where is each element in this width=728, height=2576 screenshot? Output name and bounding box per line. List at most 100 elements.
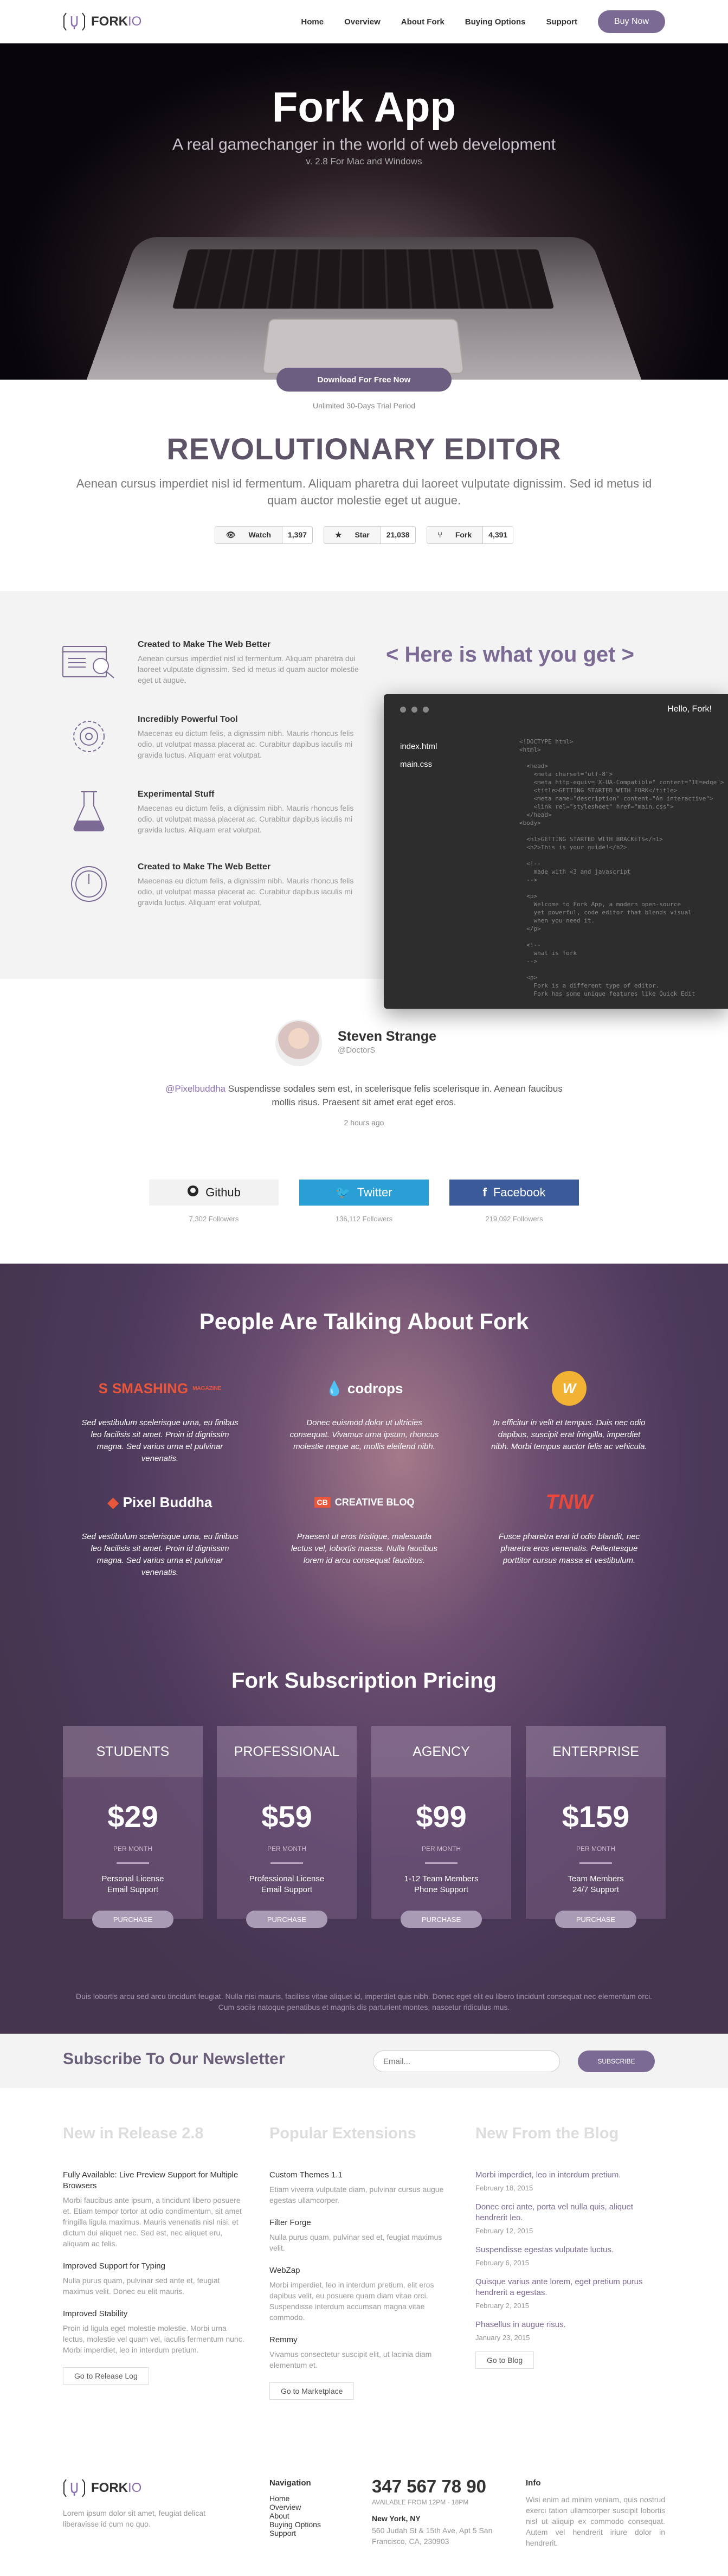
trial-text: Unlimited 30-Days Trial Period <box>312 401 416 410</box>
purchase-button[interactable]: PURCHASE <box>92 1911 173 1928</box>
footer-info-text: Wisi enim ad minim veniam, quis nostrud … <box>526 2495 665 2547</box>
purchase-button[interactable]: PURCHASE <box>401 1911 482 1928</box>
footer-phone[interactable]: 347 567 78 90 <box>372 2476 502 2497</box>
blog-item: Phasellus in augue risus. January 23, 201… <box>475 2319 665 2342</box>
blog-date: February 18, 2015 <box>475 2184 533 2192</box>
download-button[interactable]: Download For Free Now <box>276 368 452 392</box>
window-maximize-dot[interactable] <box>423 706 429 713</box>
blog-link[interactable]: Morbi imperdiet, leo in interdum pretium… <box>475 2170 665 2181</box>
nav-support[interactable]: Support <box>546 17 577 27</box>
facebook-label: Facebook <box>493 1186 546 1199</box>
purchase-button[interactable]: PURCHASE <box>246 1911 327 1928</box>
pixel-buddha-logo: ◆ Pixel Buddha <box>81 1483 239 1521</box>
extensions-title: Popular Extensions <box>269 2125 416 2142</box>
fork-count: 4,391 <box>482 527 513 543</box>
nav-buying-options[interactable]: Buying Options <box>465 17 526 27</box>
cb-icon: CB <box>314 1497 331 1508</box>
feature-item: Incredibly Powerful Tool Maecenas eu dict… <box>62 715 365 760</box>
logo[interactable]: FORKIO <box>63 12 141 31</box>
release-item: Fully Available: Live Preview Support fo… <box>63 2170 247 2249</box>
blog-link[interactable]: Donec orci ante, porta vel nulla quis, a… <box>475 2202 665 2223</box>
footer-hours: AVAILABLE FROM 12PM - 18PM <box>372 2498 469 2506</box>
newsletter-email-input[interactable] <box>373 2050 560 2072</box>
file-index-html[interactable]: index.html <box>400 738 437 755</box>
plan-period: PER MONTH <box>576 1845 615 1853</box>
release-log-button[interactable]: Go to Release Log <box>63 2367 149 2385</box>
footer-nav-overview[interactable]: Overview <box>269 2503 356 2511</box>
file-main-css[interactable]: main.css <box>400 755 437 773</box>
avatar <box>275 1020 322 1066</box>
extension-item: Remmy Vivamus consectetur suscipit elit, … <box>269 2335 448 2370</box>
footer-city: New York, NY <box>372 2514 421 2523</box>
watch-label: Watch <box>248 530 271 539</box>
extension-text: Vivamus consectetur suscipit elit, ut la… <box>269 2350 432 2369</box>
code-content[interactable]: <!DOCTYPE html> <html> <head> <meta char… <box>519 738 725 998</box>
blog-link[interactable]: Phasellus in augue risus. <box>475 2319 665 2330</box>
facebook-icon: f <box>482 1186 487 1199</box>
blog-item: Morbi imperdiet, leo in interdum pretium… <box>475 2170 665 2192</box>
clock-icon <box>62 862 116 906</box>
extension-title[interactable]: Filter Forge <box>269 2218 448 2228</box>
brand-creative-bloq: CB CREATIVE BLOQ Praesent ut eros tristiq… <box>286 1483 443 1567</box>
extension-item: Filter Forge Nulla purus quam, pulvinar s… <box>269 2218 448 2253</box>
blog-item: Quisque varius ante lorem, eget pretium … <box>475 2277 665 2310</box>
github-watch-button[interactable]: 👁 Watch 1,397 <box>214 526 313 544</box>
blog-link[interactable]: Quisque varius ante lorem, eget pretium … <box>475 2277 665 2298</box>
github-button[interactable]: Github <box>149 1180 279 1206</box>
plan-card-enterprise: ENTERPRISE $159 PER MONTH Team Members 2… <box>526 1726 666 1928</box>
blog-item: Donec orci ante, porta vel nulla quis, a… <box>475 2202 665 2235</box>
star-label: Star <box>355 530 370 539</box>
window-close-dot[interactable] <box>400 706 406 713</box>
pixel-buddha-name: Pixel Buddha <box>123 1494 212 1510</box>
blog-title: New From the Blog <box>475 2125 619 2142</box>
footer-nav-about[interactable]: About <box>269 2511 356 2520</box>
mention-link[interactable]: @Pixelbuddha <box>165 1084 226 1094</box>
buy-now-button[interactable]: Buy Now <box>597 10 665 33</box>
nav-home[interactable]: Home <box>301 17 324 27</box>
testimonial-handle[interactable]: @DoctorS <box>338 1046 375 1055</box>
code-editor-window: Hello, Fork! index.html main.css <!DOCTY… <box>384 694 728 1009</box>
facebook-button[interactable]: f Facebook <box>449 1180 579 1206</box>
plan-card-students: STUDENTS $29 PER MONTH Personal License … <box>63 1726 203 1928</box>
footer-nav-support[interactable]: Support <box>269 2529 356 2537</box>
main-menu: Home Overview About Fork Buying Options … <box>301 10 665 33</box>
github-fork-button[interactable]: ⑂ Fork 4,391 <box>426 526 514 544</box>
feature-title: Incredibly Powerful Tool <box>138 715 238 724</box>
keyboard <box>172 249 555 309</box>
brand-w: W In efficitur in velit et tempus. Duis … <box>491 1369 648 1453</box>
go-to-blog-button[interactable]: Go to Blog <box>475 2351 534 2369</box>
nav-overview[interactable]: Overview <box>344 17 381 27</box>
fork-label: Fork <box>455 530 472 539</box>
plan-feature: Email Support <box>261 1885 313 1894</box>
release-item-title: Improved Stability <box>63 2309 128 2318</box>
subscribe-button[interactable]: SUBSCRIBE <box>578 2050 655 2072</box>
talking-title: People Are Talking About Fork <box>199 1309 529 1334</box>
feature-text: Aenean cursus imperdiet nisl id fermentu… <box>138 654 359 684</box>
extension-item: WebZap Morbi imperdiet, leo in interdum p… <box>269 2265 448 2323</box>
creative-bloq-logo: CB CREATIVE BLOQ <box>286 1483 443 1521</box>
testimonial-time: 2 hours ago <box>344 1118 384 1127</box>
pricing-title: Fork Subscription Pricing <box>231 1669 497 1693</box>
plan-price: $29 <box>107 1799 158 1834</box>
watch-count: 1,397 <box>281 527 312 543</box>
extension-title[interactable]: Custom Themes 1.1 <box>269 2170 448 2181</box>
purchase-button[interactable]: PURCHASE <box>555 1911 636 1928</box>
footer-nav-buying-options[interactable]: Buying Options <box>269 2520 356 2529</box>
footer-logo[interactable]: FORKIO <box>63 2478 236 2498</box>
brand-smashing: S SMASHING MAGAZINE Sed vestibulum sceleri… <box>81 1369 239 1465</box>
extension-title[interactable]: WebZap <box>269 2265 448 2276</box>
footer-nav-home[interactable]: Home <box>269 2494 356 2503</box>
twitter-icon: 🐦 <box>336 1186 351 1199</box>
nav-about[interactable]: About Fork <box>401 17 444 27</box>
marketplace-button[interactable]: Go to Marketplace <box>269 2382 355 2400</box>
drop-icon: 💧 <box>325 1380 343 1396</box>
extension-title[interactable]: Remmy <box>269 2335 448 2346</box>
blog-link[interactable]: Suspendisse egestas vulputate luctus. <box>475 2245 665 2255</box>
window-minimize-dot[interactable] <box>411 706 417 713</box>
blog-date: February 2, 2015 <box>475 2302 530 2310</box>
twitter-button[interactable]: 🐦 Twitter <box>299 1180 429 1206</box>
plan-card-agency: AGENCY $99 PER MONTH 1-12 Team Members P… <box>371 1726 511 1928</box>
github-star-button[interactable]: ★ Star 21,038 <box>324 526 416 544</box>
star-icon: ★ <box>335 530 344 539</box>
w-logo: W <box>491 1369 648 1407</box>
